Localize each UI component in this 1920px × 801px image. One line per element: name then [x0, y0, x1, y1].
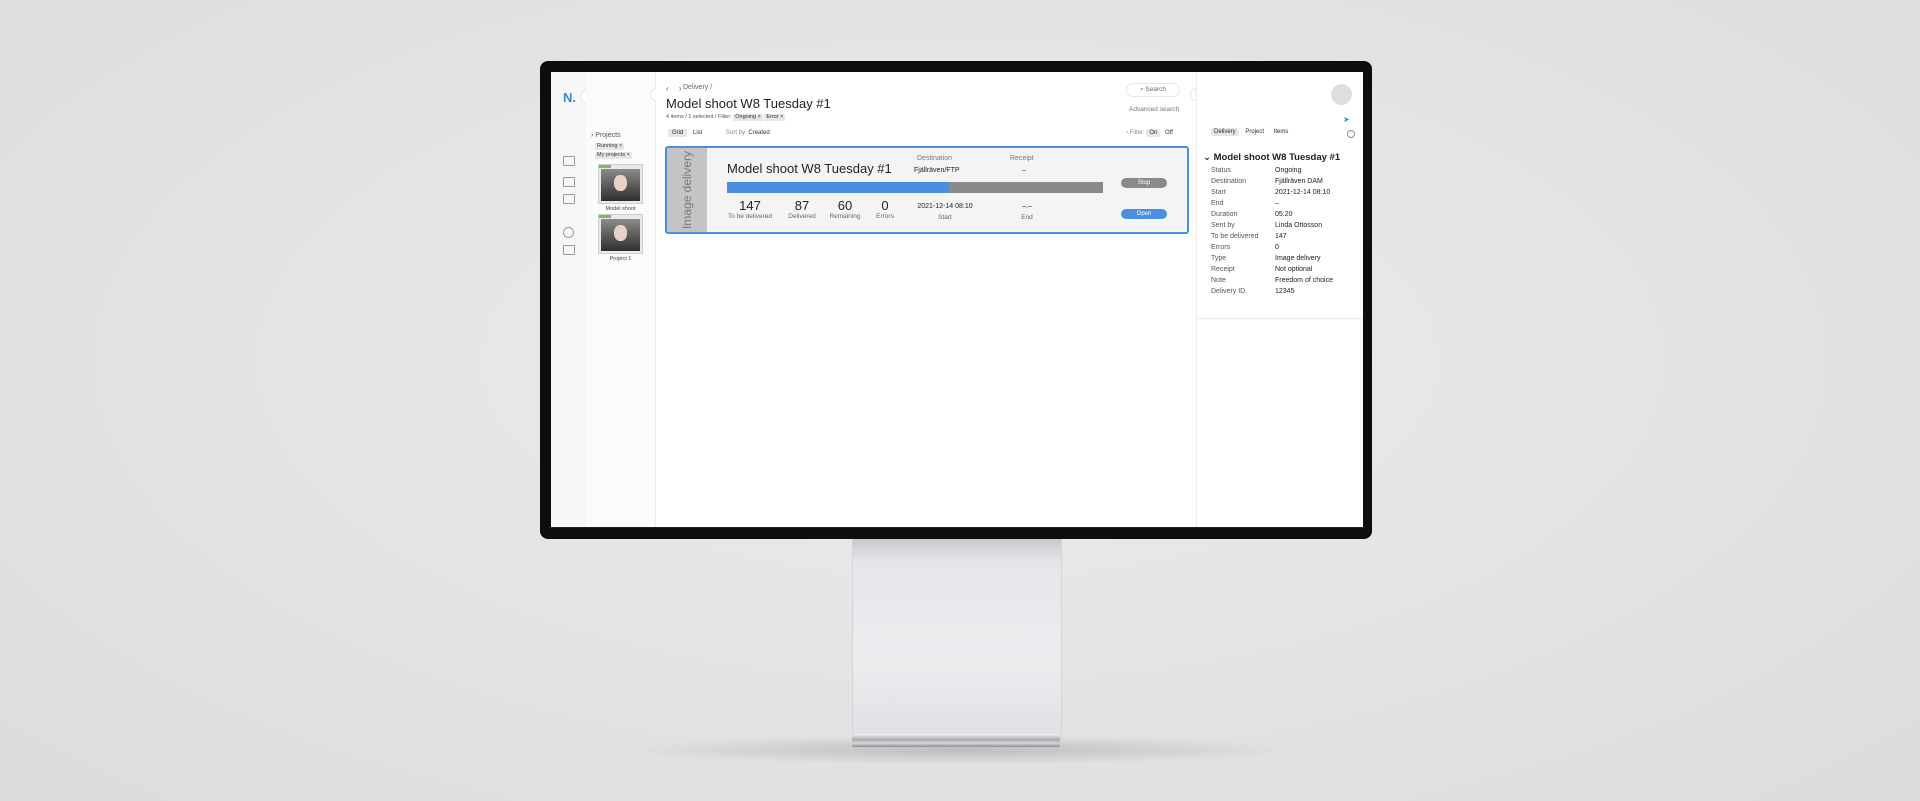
- card-title: Model shoot W8 Tuesday #1: [727, 161, 892, 176]
- delivery-card[interactable]: Image delivery Model shoot W8 Tuesday #1…: [665, 146, 1189, 234]
- detail-key: Type: [1211, 255, 1227, 262]
- monitor-screen: N. › › Projects Running × My projects × …: [551, 72, 1363, 527]
- photo-subject: [614, 175, 627, 191]
- detail-value: Freedom of choice: [1275, 277, 1333, 284]
- card-type-label: Image delivery: [680, 150, 694, 230]
- item-summary: 4 items / 1 selected / Filter: Ongoing ×…: [666, 114, 786, 121]
- tab-delivery[interactable]: Delivery: [1211, 128, 1239, 136]
- card-type-strip: Image delivery: [667, 148, 707, 232]
- start-label: Start: [938, 214, 952, 221]
- filter-chip-ongoing[interactable]: Ongoing ×: [733, 114, 763, 121]
- info-icon[interactable]: [563, 245, 575, 255]
- detail-value: –: [1275, 200, 1279, 207]
- detail-value: 2021-12-14 08:10: [1275, 189, 1331, 196]
- detail-key: Errors: [1211, 244, 1231, 251]
- detail-key: Note: [1211, 277, 1226, 284]
- end-label: End: [1021, 214, 1033, 221]
- filter-toggle: › Filter: On Off: [1126, 129, 1176, 137]
- progress-fill: [727, 182, 949, 193]
- view-grid-button[interactable]: Grid: [668, 129, 688, 137]
- panel-divider: [1197, 318, 1363, 319]
- detail-value: 05:20: [1275, 211, 1293, 218]
- detail-value: Ongoing: [1275, 167, 1302, 174]
- detail-value: Fjällräven DAM: [1275, 178, 1323, 185]
- filter-chip-running[interactable]: Running ×: [595, 143, 625, 150]
- detail-value: Not optional: [1275, 266, 1313, 273]
- stat-to-be-delivered-label: To be delivered: [727, 213, 773, 220]
- detail-key: Delivery ID: [1211, 288, 1246, 295]
- icon-rail: N.: [551, 72, 587, 527]
- app-logo[interactable]: N.: [563, 90, 576, 105]
- projects-label: Projects: [595, 132, 621, 139]
- receipt-label: Receipt: [1010, 155, 1034, 162]
- sort-by[interactable]: Sort by: Created: [726, 130, 770, 136]
- project-label[interactable]: Model shoot: [586, 206, 655, 212]
- sort-by-label: Sort by:: [726, 130, 747, 136]
- open-button[interactable]: Open: [1121, 209, 1167, 219]
- monitor-chin: [551, 527, 1363, 528]
- stop-button[interactable]: Stop: [1121, 178, 1167, 188]
- panel-heading[interactable]: ⌄ Model shoot W8 Tuesday #1: [1203, 152, 1340, 163]
- gear-icon[interactable]: [1347, 130, 1355, 138]
- detail-value: Linda Ottosson: [1275, 222, 1323, 229]
- panel-heading-text: Model shoot W8 Tuesday #1: [1213, 152, 1341, 163]
- search-input[interactable]: ⌕ Search: [1126, 83, 1180, 97]
- detail-key: Duration: [1211, 211, 1238, 218]
- avatar[interactable]: [1331, 84, 1352, 105]
- monitor-foot: [852, 734, 1060, 747]
- filter-off-button[interactable]: Off: [1162, 129, 1176, 137]
- detail-key: Start: [1211, 189, 1226, 196]
- folder-icon[interactable]: [563, 156, 575, 166]
- destination-label: Destination: [917, 155, 953, 162]
- stat-to-be-delivered-value: 147: [739, 198, 761, 213]
- globe-icon[interactable]: [563, 227, 574, 238]
- table-icon[interactable]: [563, 194, 575, 204]
- detail-key: Status: [1211, 167, 1231, 174]
- list-icon[interactable]: [563, 177, 575, 187]
- rocket-icon[interactable]: ➤: [1343, 115, 1350, 124]
- detail-key: Destination: [1211, 178, 1247, 185]
- details-panel: ➤ Delivery Project Items ⌄ Model shoot W…: [1196, 72, 1363, 527]
- filter-chip-my-projects[interactable]: My projects ×: [595, 152, 632, 159]
- folder-tab: [599, 215, 611, 218]
- filter-chip-error[interactable]: Error ×: [764, 114, 786, 121]
- detail-key: To be delivered: [1211, 233, 1259, 240]
- search-placeholder: Search: [1145, 86, 1167, 93]
- page-title: Model shoot W8 Tuesday #1: [666, 96, 831, 111]
- detail-value: Image delivery: [1275, 255, 1321, 262]
- project-thumb-project-1[interactable]: [598, 214, 643, 254]
- panel-tabs: Delivery Project Items: [1211, 128, 1293, 136]
- detail-key: End: [1211, 200, 1224, 207]
- tab-project[interactable]: Project: [1242, 128, 1267, 136]
- projects-heading[interactable]: › Projects: [591, 132, 621, 139]
- destination-value: Fjällräven/FTP: [914, 167, 960, 174]
- advanced-search-link[interactable]: Advanced search: [1129, 106, 1179, 113]
- view-toggle: Grid List: [668, 129, 706, 137]
- view-list-button[interactable]: List: [689, 129, 706, 137]
- project-thumb-model-shoot[interactable]: [598, 164, 643, 204]
- summary-text: 4 items / 1 selected / Filter:: [666, 114, 732, 120]
- tab-items[interactable]: Items: [1271, 128, 1292, 136]
- project-tree: › Projects Running × My projects × Model…: [586, 72, 656, 527]
- folder-tab: [599, 165, 611, 168]
- breadcrumb[interactable]: Delivery /: [683, 84, 712, 91]
- detail-key: Sent by: [1211, 222, 1235, 229]
- detail-value: 12345: [1275, 288, 1295, 295]
- photo-subject: [614, 225, 627, 241]
- monitor-stand: [852, 538, 1062, 738]
- detail-value: 0: [1275, 244, 1279, 251]
- detail-key: Receipt: [1211, 266, 1235, 273]
- start-value: 2021-12-14 08:10: [917, 203, 973, 210]
- detail-value: 147: [1275, 233, 1287, 240]
- end-value: –.–: [1022, 203, 1032, 210]
- sort-by-value: Created: [748, 130, 770, 136]
- delivery-progress-bar: [727, 182, 1103, 193]
- filter-on-button[interactable]: On: [1146, 129, 1161, 137]
- receipt-value: –: [1022, 167, 1026, 174]
- main-area: ‹ › Delivery / Model shoot W8 Tuesday #1…: [656, 72, 1196, 527]
- project-label[interactable]: Project 1: [586, 256, 655, 262]
- filter-label: Filter:: [1129, 130, 1145, 136]
